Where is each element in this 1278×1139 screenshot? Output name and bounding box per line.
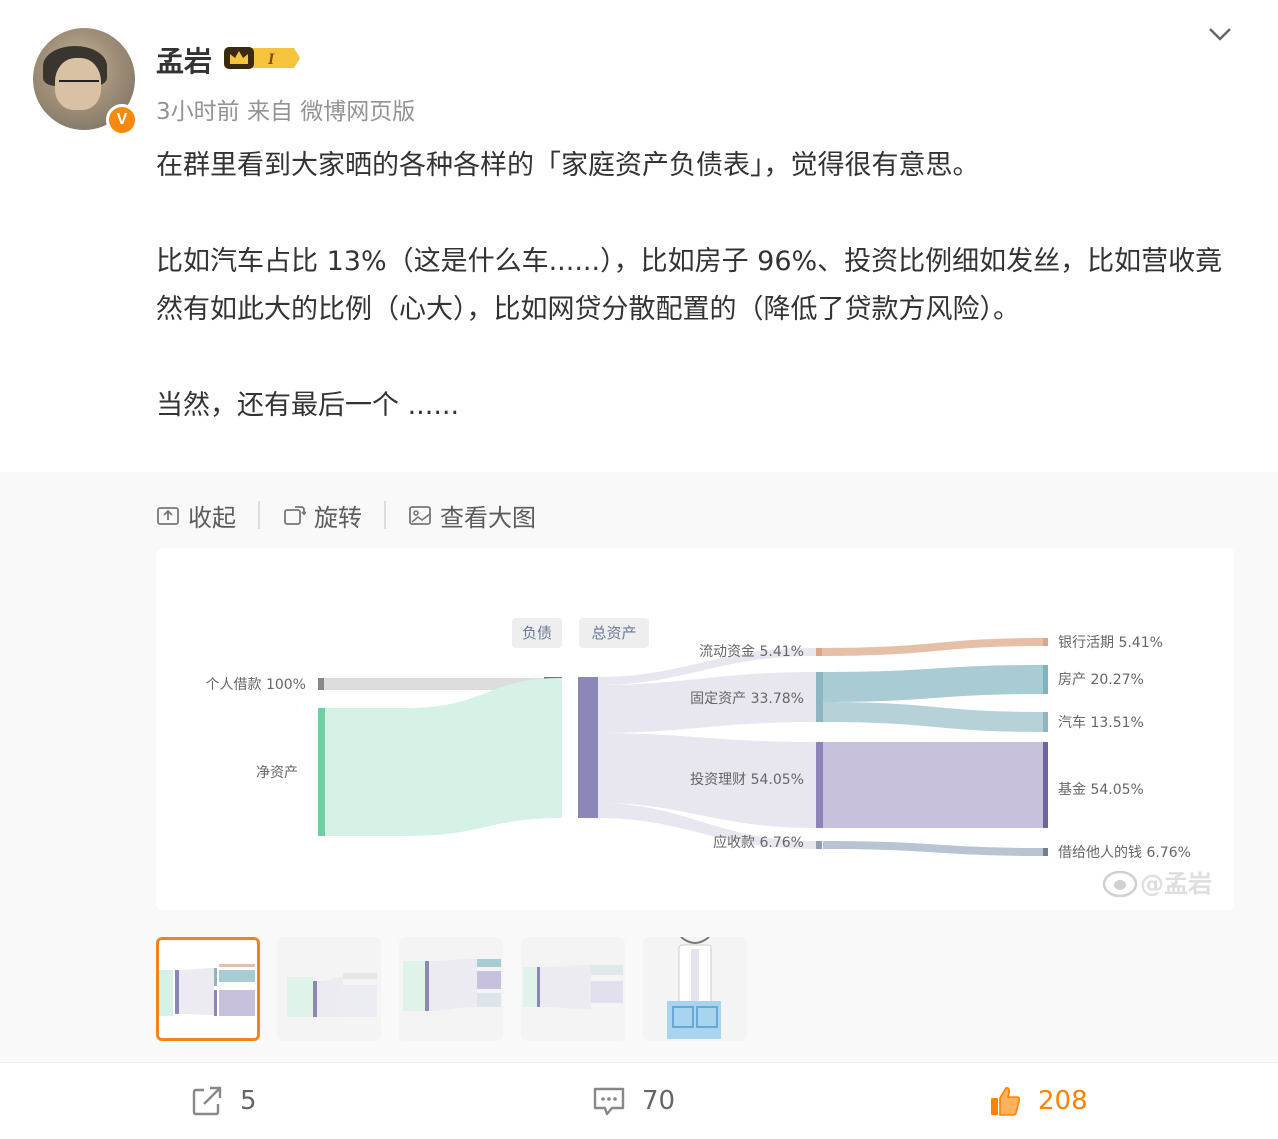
comment-icon (593, 1087, 625, 1116)
mid-label-invest: 投资理财 54.05% (690, 772, 804, 788)
image-icon (409, 506, 431, 525)
flow-liquid-bank (822, 638, 1043, 656)
share-count: 5 (240, 1086, 257, 1116)
right-node-car (1043, 712, 1048, 732)
collapse-icon (157, 507, 179, 525)
flow-fixed-car (823, 702, 1043, 732)
thumbnail-1[interactable] (156, 937, 260, 1041)
username[interactable]: 孟岩 (156, 40, 212, 80)
like-button[interactable]: 208 (988, 1084, 1088, 1118)
main-image[interactable]: 负债 总资产 个人借款 100% 净资产 流动资金 5.41% 固定资产 33.… (156, 548, 1234, 910)
left-label-debt: 个人借款 100% (206, 677, 306, 693)
right-label-loan: 借给他人的钱 6.76% (1058, 845, 1191, 861)
left-label-net: 净资产 (256, 765, 298, 781)
verified-badge: V (106, 104, 138, 136)
flow-receivable-loan (823, 841, 1043, 856)
view-large-label: 查看大图 (440, 503, 536, 532)
header-total: 总资产 (591, 624, 636, 642)
right-label-bank: 银行活期 5.41% (1058, 635, 1163, 651)
watermark-text: @孟岩 (1140, 870, 1212, 898)
mid-node-fixed (816, 672, 823, 722)
mid-node-invest (816, 742, 823, 828)
like-count: 208 (1038, 1086, 1088, 1116)
net-node (318, 708, 325, 836)
right-node-loan (1043, 848, 1048, 856)
thumbnail-3[interactable] (399, 937, 503, 1041)
mid-node-receivable (816, 841, 822, 849)
thumbnail-2[interactable] (277, 937, 381, 1041)
mid-label-fixed: 固定资产 33.78% (690, 691, 804, 707)
post-meta: 3小时前 来自 微博网页版 (156, 99, 416, 125)
thumbnail-4[interactable] (521, 937, 625, 1041)
chevron-down-icon[interactable] (1208, 26, 1232, 42)
flow-invest-fund (823, 742, 1043, 828)
collapse-button[interactable]: 收起 (156, 498, 236, 533)
level-text: I (267, 51, 275, 68)
total-asset-node (578, 677, 598, 818)
net-flow (322, 678, 562, 836)
right-label-fund: 基金 54.05% (1058, 781, 1144, 798)
mid-label-receivable: 应收款 6.76% (713, 834, 804, 851)
flow-fixed-house (823, 665, 1043, 702)
rotate-label: 旋转 (314, 503, 362, 532)
debt-node (318, 678, 324, 690)
member-crown-icon[interactable]: I (224, 45, 300, 71)
post-text: 在群里看到大家晒的各种各样的「家庭资产负债表」，觉得很有意思。 比如汽车占比 1… (156, 142, 1226, 430)
header-debt: 负债 (522, 624, 552, 642)
weibo-watermark: @孟岩 (1102, 870, 1212, 898)
sankey-chart: 负债 总资产 个人借款 100% 净资产 流动资金 5.41% 固定资产 33.… (206, 618, 1212, 898)
right-node-house (1043, 665, 1048, 694)
right-label-house: 房产 20.27% (1058, 672, 1144, 688)
thumbnail-5[interactable] (643, 937, 747, 1041)
view-large-button[interactable]: 查看大图 (408, 498, 536, 533)
mid-label-liquid: 流动资金 5.41% (699, 644, 804, 660)
thumbs-up-icon (991, 1087, 1021, 1116)
post-paragraph: 当然，还有最后一个 ...... (156, 390, 460, 421)
share-button[interactable]: 5 (190, 1084, 257, 1118)
post-paragraph: 比如汽车占比 13%（这是什么车......），比如房子 96%、投资比例细如发… (156, 246, 1223, 325)
comment-count: 70 (642, 1086, 676, 1116)
image-toolbar: 收起 旋转 查看大图 (156, 498, 536, 533)
mid-node-liquid (816, 648, 822, 656)
collapse-label: 收起 (188, 503, 236, 532)
share-icon (192, 1086, 222, 1116)
right-label-car: 汽车 13.51% (1058, 714, 1144, 731)
right-node-fund (1043, 742, 1048, 828)
right-node-bank (1043, 638, 1048, 646)
post-paragraph: 在群里看到大家晒的各种各样的「家庭资产负债表」，觉得很有意思。 (156, 150, 980, 181)
comment-button[interactable]: 70 (592, 1084, 675, 1118)
rotate-button[interactable]: 旋转 (282, 498, 362, 533)
rotate-icon (284, 506, 306, 525)
